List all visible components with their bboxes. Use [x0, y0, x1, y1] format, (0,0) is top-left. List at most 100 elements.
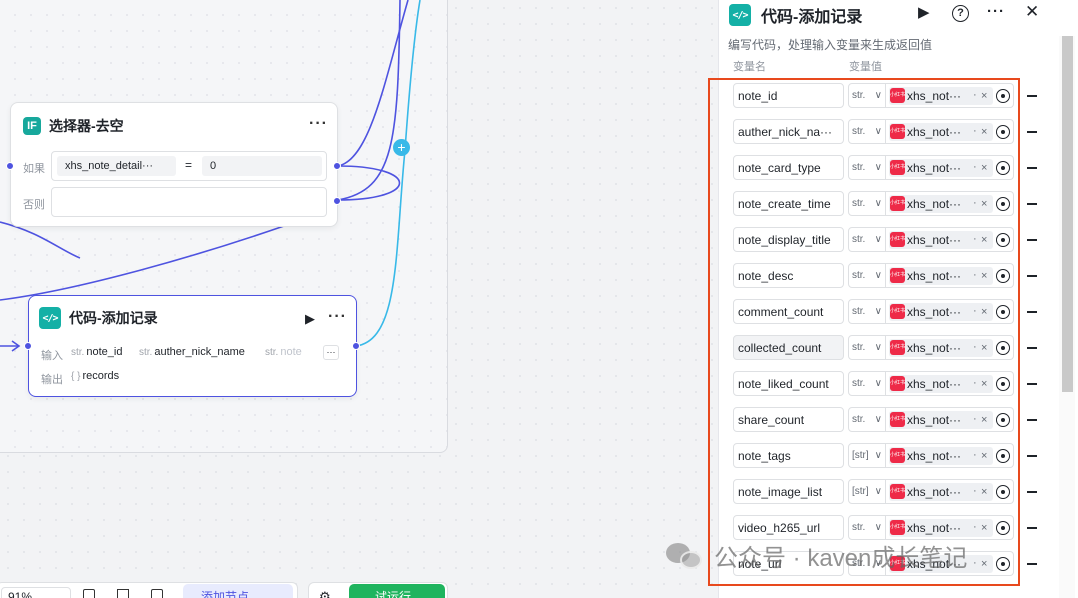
settings-icon[interactable]: ⚙ — [319, 589, 331, 598]
variable-value-ref[interactable]: 小红书 xhs_not··· · × — [886, 371, 1014, 396]
variable-name-input[interactable]: comment_count — [733, 299, 844, 324]
variable-name-input[interactable]: note_display_title — [733, 227, 844, 252]
variable-type-select[interactable]: [str] ∨ — [848, 443, 886, 468]
target-icon[interactable] — [996, 377, 1010, 391]
target-icon[interactable] — [996, 89, 1010, 103]
remove-variable-icon[interactable] — [1027, 131, 1037, 133]
code-in-port[interactable] — [24, 342, 32, 350]
target-icon[interactable] — [996, 233, 1010, 247]
variable-value-ref[interactable]: 小红书 xhs_not··· · × — [886, 191, 1014, 216]
else-out-port[interactable] — [333, 197, 341, 205]
clear-icon[interactable]: × — [981, 372, 987, 396]
clear-icon[interactable]: × — [981, 444, 987, 468]
remove-variable-icon[interactable] — [1027, 203, 1037, 205]
scrollbar-thumb[interactable] — [1062, 36, 1073, 392]
selector-in-port[interactable] — [6, 162, 14, 170]
variable-name-input[interactable]: note_id — [733, 83, 844, 108]
target-icon[interactable] — [996, 305, 1010, 319]
panel-scrollbar[interactable] — [1059, 36, 1075, 598]
remove-variable-icon[interactable] — [1027, 275, 1037, 277]
clear-icon[interactable]: × — [981, 264, 987, 288]
variable-value-ref[interactable]: 小红书 xhs_not··· · × — [886, 119, 1014, 144]
variable-name-input[interactable]: note_liked_count — [733, 371, 844, 396]
remove-variable-icon[interactable] — [1027, 455, 1037, 457]
variable-type-select[interactable]: [str] ∨ — [848, 479, 886, 504]
minimap-icon[interactable] — [117, 589, 129, 598]
run-node-icon[interactable]: ▶ — [305, 311, 315, 327]
test-run-button[interactable]: 试运行 — [349, 584, 445, 598]
variable-name-input[interactable]: collected_count — [733, 335, 844, 360]
zoom-select[interactable]: 91% — [1, 587, 71, 598]
remove-variable-icon[interactable] — [1027, 311, 1037, 313]
clear-icon[interactable]: × — [981, 336, 987, 360]
add-node-button[interactable]: 添加节点 — [183, 584, 293, 598]
target-icon[interactable] — [996, 125, 1010, 139]
if-condition-box[interactable]: xhs_note_detail··· = 0 — [51, 151, 327, 181]
remove-variable-icon[interactable] — [1027, 347, 1037, 349]
layout-icon[interactable] — [151, 589, 163, 598]
target-icon[interactable] — [996, 521, 1010, 535]
variable-type-select[interactable]: str. ∨ — [848, 263, 886, 288]
remove-variable-icon[interactable] — [1027, 491, 1037, 493]
target-icon[interactable] — [996, 161, 1010, 175]
clear-icon[interactable]: × — [981, 228, 987, 252]
clear-icon[interactable]: × — [981, 84, 987, 108]
variable-type-select[interactable]: str. ∨ — [848, 191, 886, 216]
target-icon[interactable] — [996, 449, 1010, 463]
clear-icon[interactable]: × — [981, 120, 987, 144]
variable-type-select[interactable]: str. ∨ — [848, 227, 886, 252]
clear-icon[interactable]: × — [981, 408, 987, 432]
right-operand[interactable]: 0 — [202, 156, 322, 176]
target-icon[interactable] — [996, 197, 1010, 211]
variable-type-select[interactable]: str. ∨ — [848, 299, 886, 324]
clear-icon[interactable]: × — [981, 552, 987, 576]
variable-name-input[interactable]: note_desc — [733, 263, 844, 288]
variable-name-input[interactable]: note_create_time — [733, 191, 844, 216]
clear-icon[interactable]: × — [981, 300, 987, 324]
variable-value-ref[interactable]: 小红书 xhs_not··· · × — [886, 83, 1014, 108]
variable-name-input[interactable]: video_h265_url — [733, 515, 844, 540]
add-edge-node-button[interactable]: + — [393, 139, 410, 156]
selector-node[interactable]: IF 选择器-去空 ··· 如果 否则 xhs_note_detail··· =… — [6, 102, 341, 227]
code-more-icon[interactable]: ··· — [328, 308, 347, 326]
remove-variable-icon[interactable] — [1027, 527, 1037, 529]
remove-variable-icon[interactable] — [1027, 383, 1037, 385]
remove-variable-icon[interactable] — [1027, 95, 1037, 97]
variable-type-select[interactable]: str. ∨ — [848, 119, 886, 144]
target-icon[interactable] — [996, 341, 1010, 355]
variable-name-input[interactable]: note_tags — [733, 443, 844, 468]
remove-variable-icon[interactable] — [1027, 419, 1037, 421]
variable-value-ref[interactable]: 小红书 xhs_not··· · × — [886, 227, 1014, 252]
more-inputs-button[interactable]: ··· — [323, 345, 339, 360]
variable-value-ref[interactable]: 小红书 xhs_not··· · × — [886, 407, 1014, 432]
variable-type-select[interactable]: str. ∨ — [848, 407, 886, 432]
variable-name-input[interactable]: note_image_list — [733, 479, 844, 504]
clear-icon[interactable]: × — [981, 516, 987, 540]
remove-variable-icon[interactable] — [1027, 563, 1037, 565]
remove-variable-icon[interactable] — [1027, 239, 1037, 241]
target-icon[interactable] — [996, 269, 1010, 283]
clear-icon[interactable]: × — [981, 192, 987, 216]
variable-type-select[interactable]: str. ∨ — [848, 155, 886, 180]
variable-value-ref[interactable]: 小红书 xhs_not··· · × — [886, 335, 1014, 360]
else-condition-box[interactable] — [51, 187, 327, 217]
help-icon[interactable]: ? — [952, 5, 969, 22]
workflow-canvas[interactable]: + IF 选择器-去空 ··· 如果 否则 xhs_note_detail···… — [0, 0, 718, 598]
code-out-port[interactable] — [352, 342, 360, 350]
variable-value-ref[interactable]: 小红书 xhs_not··· · × — [886, 479, 1014, 504]
left-operand[interactable]: xhs_note_detail··· — [57, 156, 176, 176]
target-icon[interactable] — [996, 413, 1010, 427]
variable-type-select[interactable]: str. ∨ — [848, 83, 886, 108]
variable-name-input[interactable]: note_card_type — [733, 155, 844, 180]
clear-icon[interactable]: × — [981, 480, 987, 504]
variable-type-select[interactable]: str. ∨ — [848, 335, 886, 360]
variable-value-ref[interactable]: 小红书 xhs_not··· · × — [886, 299, 1014, 324]
fit-view-icon[interactable] — [83, 589, 95, 598]
run-icon[interactable]: ▶ — [918, 3, 930, 21]
remove-variable-icon[interactable] — [1027, 167, 1037, 169]
variable-value-ref[interactable]: 小红书 xhs_not··· · × — [886, 155, 1014, 180]
clear-icon[interactable]: × — [981, 156, 987, 180]
variable-value-ref[interactable]: 小红书 xhs_not··· · × — [886, 443, 1014, 468]
target-icon[interactable] — [996, 557, 1010, 571]
code-node[interactable]: </> 代码-添加记录 ▶ ··· 输入 输出 str. note_id str.… — [24, 295, 360, 397]
